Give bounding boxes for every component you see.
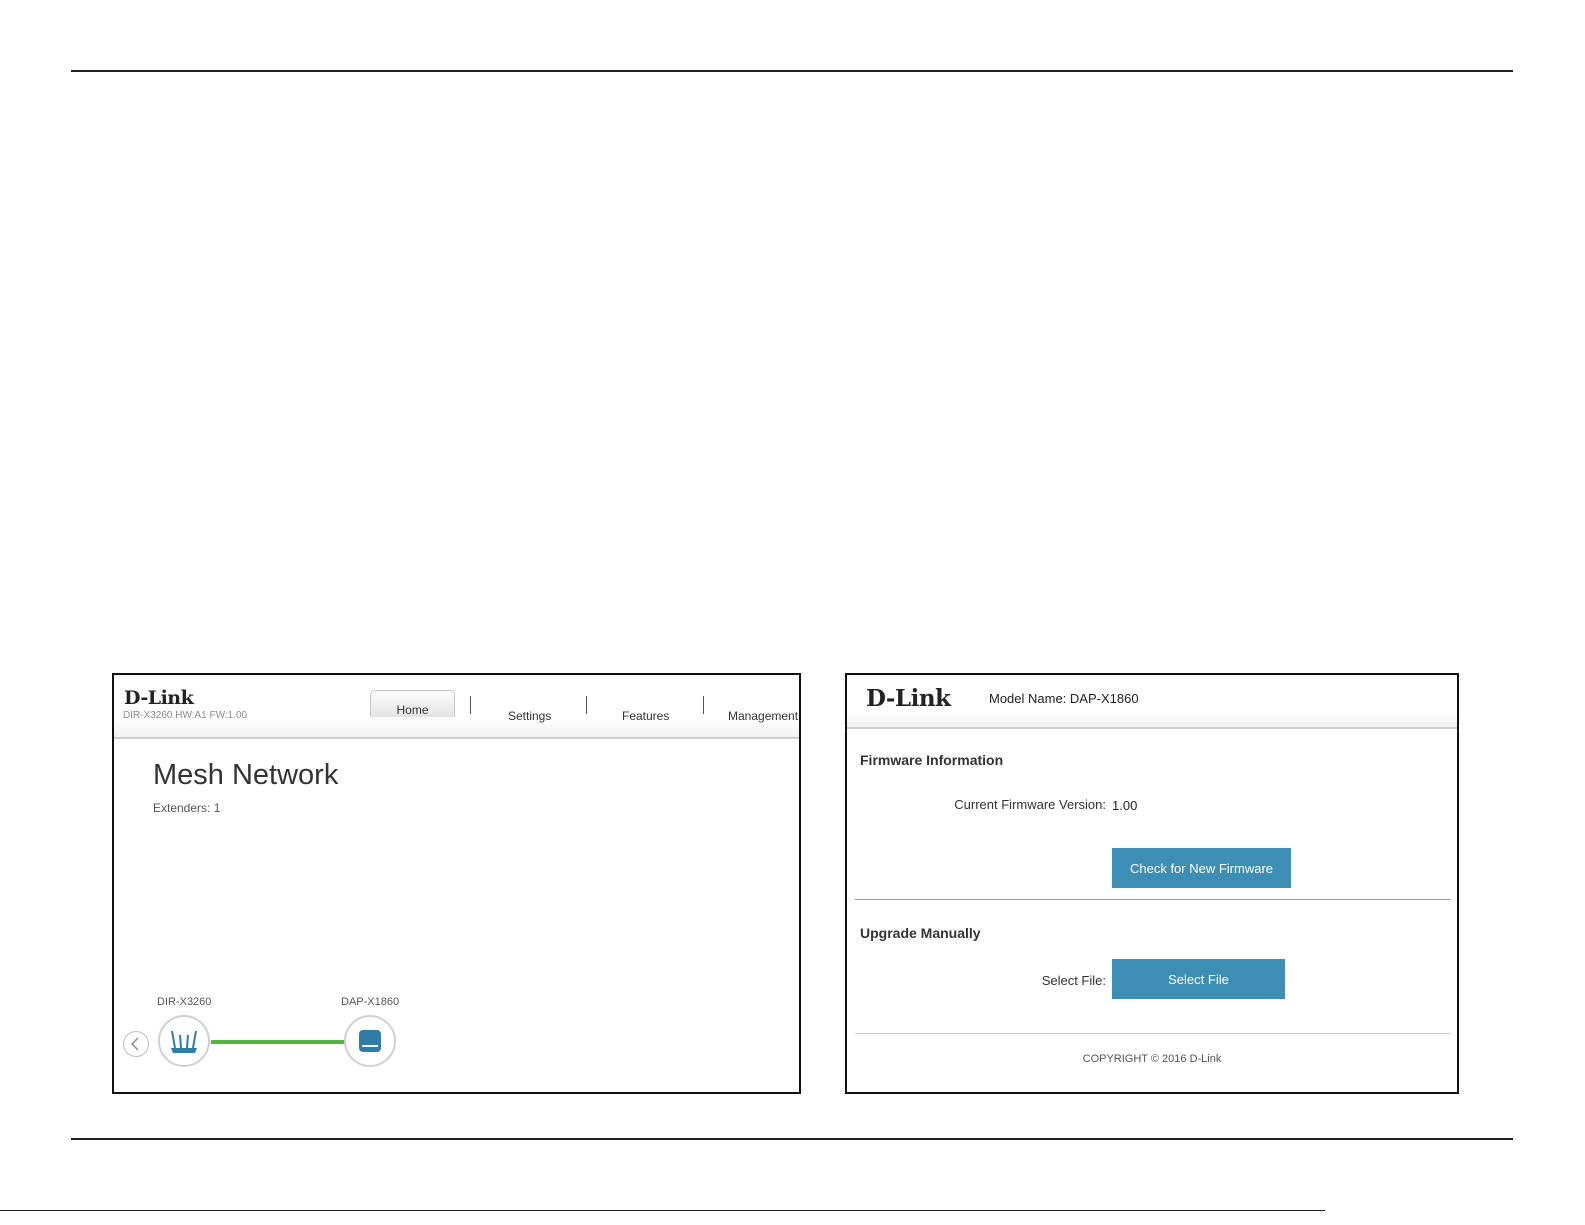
- select-file-label: Select File:: [1041, 973, 1106, 988]
- firmware-screenshot: D-Link Model Name: DAP-X1860 Firmware In…: [845, 673, 1459, 1094]
- extender-node[interactable]: [344, 1015, 396, 1067]
- check-firmware-button[interactable]: Check for New Firmware: [1112, 848, 1291, 888]
- mesh-network-screenshot: D-Link DIR-X3260 HW:A1 FW:1.00 Home Sett…: [112, 673, 801, 1094]
- nav-separator: [586, 696, 587, 714]
- mesh-link-line: [211, 1040, 345, 1044]
- tab-home[interactable]: Home: [370, 690, 455, 717]
- chevron-left-icon: [130, 1037, 139, 1051]
- footer-divider: [855, 1033, 1451, 1034]
- router-node[interactable]: [158, 1015, 210, 1067]
- page-bottom-line: [0, 1210, 1325, 1211]
- dlink-logo: D-Link: [866, 685, 951, 712]
- router-icon: [171, 1030, 197, 1053]
- current-firmware-value: 1.00: [1112, 798, 1138, 813]
- tab-management[interactable]: Management: [728, 709, 798, 723]
- nav-separator: [703, 696, 704, 714]
- firmware-info-title: Firmware Information: [860, 752, 1004, 768]
- select-file-button[interactable]: Select File: [1112, 959, 1285, 999]
- nav-separator: [470, 696, 471, 714]
- extenders-count: Extenders: 1: [153, 801, 221, 815]
- extender-icon: [359, 1030, 381, 1052]
- router-header: D-Link DIR-X3260 HW:A1 FW:1.00 Home Sett…: [114, 675, 799, 739]
- copyright-text: COPYRIGHT © 2016 D-Link: [1082, 1053, 1222, 1065]
- upgrade-manually-title: Upgrade Manually: [860, 925, 981, 941]
- current-firmware-label: Current Firmware Version:: [954, 797, 1106, 812]
- router-label: DIR-X3260: [157, 996, 212, 1008]
- top-rule: [71, 70, 1513, 72]
- back-button[interactable]: [123, 1031, 149, 1057]
- tab-settings[interactable]: Settings: [508, 709, 551, 723]
- extender-header: D-Link Model Name: DAP-X1860: [847, 675, 1457, 729]
- model-name: Model Name: DAP-X1860: [989, 691, 1139, 706]
- tab-features[interactable]: Features: [622, 709, 669, 723]
- bottom-rule: [71, 1138, 1513, 1140]
- section-divider: [855, 899, 1451, 900]
- device-info: DIR-X3260 HW:A1 FW:1.00: [123, 710, 248, 721]
- dlink-logo: D-Link: [124, 687, 194, 709]
- extender-label: DAP-X1860: [341, 996, 400, 1008]
- page-title: Mesh Network: [153, 759, 339, 791]
